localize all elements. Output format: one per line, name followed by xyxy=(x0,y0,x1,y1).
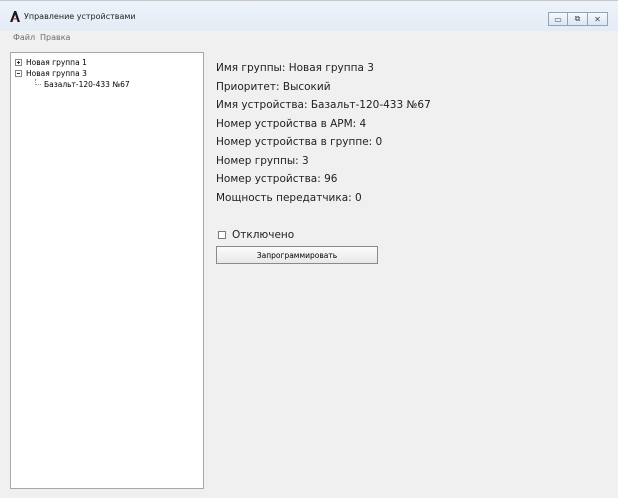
collapse-icon[interactable] xyxy=(15,70,22,77)
menu-edit[interactable]: Правка xyxy=(40,33,70,42)
menu-bar: Файл Правка xyxy=(0,31,618,45)
close-button[interactable]: ✕ xyxy=(588,12,608,26)
close-icon: ✕ xyxy=(594,14,601,24)
disabled-checkbox-label: Отключено xyxy=(232,229,295,241)
group-name-text: Имя группы: Новая группа 3 xyxy=(216,62,374,74)
priority-text: Приоритет: Высокий xyxy=(216,81,331,93)
main-window: Управление устройствами ▭ ⧉ ✕ Файл Правк… xyxy=(0,0,618,498)
window-title: Управление устройствами xyxy=(24,12,136,21)
group-number-text: Номер группы: 3 xyxy=(216,155,309,167)
minimize-icon: ▭ xyxy=(554,14,562,24)
tree-node-label: Новая группа 3 xyxy=(26,69,87,78)
disabled-checkbox-row[interactable]: Отключено xyxy=(218,229,294,241)
tree-connector xyxy=(35,79,41,85)
device-tree[interactable]: Новая группа 1 Новая группа 3 Базальт-12… xyxy=(10,52,204,489)
title-bar[interactable]: Управление устройствами ▭ ⧉ ✕ xyxy=(0,1,618,31)
device-number-group-text: Номер устройства в группе: 0 xyxy=(216,136,383,148)
tree-node-group-3[interactable]: Новая группа 3 xyxy=(15,68,87,79)
maximize-icon: ⧉ xyxy=(574,14,581,23)
tree-node-group-1[interactable]: Новая группа 1 xyxy=(15,57,87,68)
minimize-button[interactable]: ▭ xyxy=(548,12,568,26)
expand-icon[interactable] xyxy=(15,59,22,66)
tree-node-device[interactable]: Базальт-120-433 №67 xyxy=(44,79,130,90)
window-controls: ▭ ⧉ ✕ xyxy=(548,12,608,26)
disabled-checkbox[interactable] xyxy=(218,231,226,239)
tx-power-text: Мощность передатчика: 0 xyxy=(216,192,362,204)
tree-node-label: Базальт-120-433 №67 xyxy=(44,80,130,89)
program-button[interactable]: Запрограммировать xyxy=(216,246,378,264)
maximize-button[interactable]: ⧉ xyxy=(568,12,588,26)
program-button-label: Запрограммировать xyxy=(256,250,338,260)
menu-file[interactable]: Файл xyxy=(13,33,35,42)
app-logo-icon xyxy=(10,11,20,22)
tree-node-label: Новая группа 1 xyxy=(26,58,87,67)
device-number-text: Номер устройства: 96 xyxy=(216,173,338,185)
device-number-arm-text: Номер устройства в АРМ: 4 xyxy=(216,118,367,130)
device-name-text: Имя устройства: Базальт-120-433 №67 xyxy=(216,99,431,111)
